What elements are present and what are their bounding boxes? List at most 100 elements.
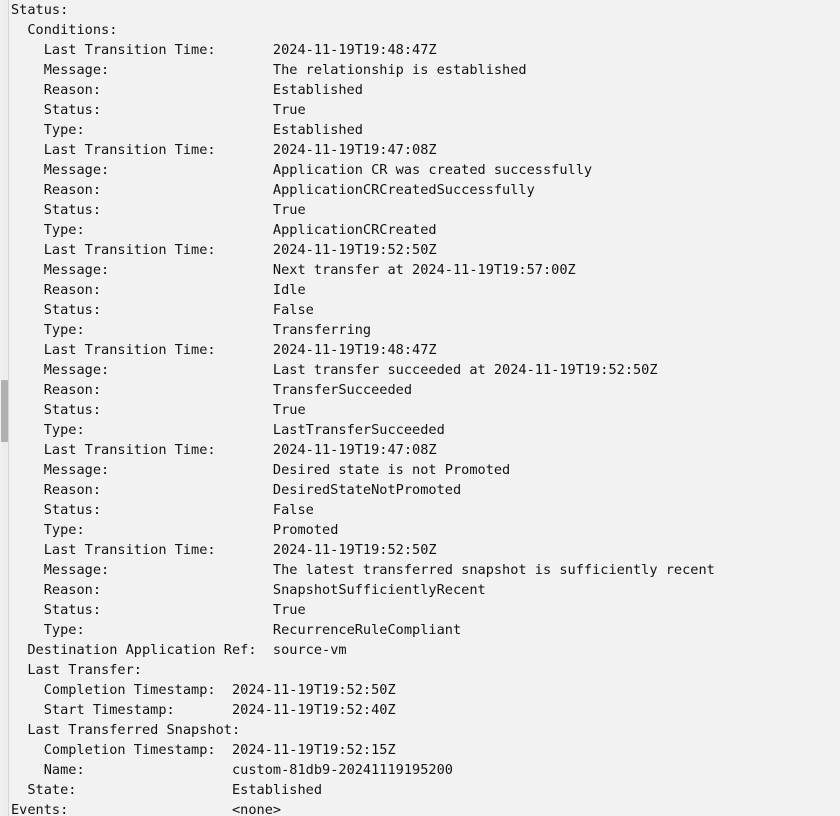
output-line-key: Events: <box>11 802 69 816</box>
output-line-value: Idle <box>101 282 306 298</box>
output-line: Message: Last transfer succeeded at 2024… <box>11 360 840 380</box>
output-line: Destination Application Ref: source-vm <box>11 640 840 660</box>
output-line: Last Transition Time: 2024-11-19T19:47:0… <box>11 140 840 160</box>
output-line: Type: Transferring <box>11 320 840 340</box>
output-line-value: True <box>101 402 306 418</box>
output-line-key: Type: <box>11 622 85 638</box>
output-line-value: LastTransferSucceeded <box>84 422 445 438</box>
output-line: Last Transition Time: 2024-11-19T19:48:4… <box>11 40 840 60</box>
output-line-key: Reason: <box>11 582 102 598</box>
output-line-key: Last Transition Time: <box>11 42 216 58</box>
output-line-key: Message: <box>11 362 110 378</box>
output-line-value: Established <box>101 82 363 98</box>
output-line: Reason: SnapshotSufficientlyRecent <box>11 580 840 600</box>
output-line-key: State: <box>11 782 77 798</box>
output-line-key: Last Transition Time: <box>11 142 216 158</box>
output-line-key: Type: <box>11 222 85 238</box>
output-line-value: False <box>101 502 314 518</box>
output-line: Reason: ApplicationCRCreatedSuccessfully <box>11 180 840 200</box>
output-line: Message: The latest transferred snapshot… <box>11 560 840 580</box>
output-line-key: Last Transfer: <box>11 662 142 678</box>
output-line: State: Established <box>11 780 840 800</box>
output-line: Start Timestamp: 2024-11-19T19:52:40Z <box>11 700 840 720</box>
output-line-value: 2024-11-19T19:47:08Z <box>215 142 437 158</box>
output-line-key: Reason: <box>11 482 102 498</box>
output-line-value: <none> <box>68 802 282 816</box>
output-line-value: Last transfer succeeded at 2024-11-19T19… <box>109 362 658 378</box>
output-line: Reason: Established <box>11 80 840 100</box>
output-line-value: 2024-11-19T19:48:47Z <box>215 42 437 58</box>
output-line-key: Conditions: <box>11 22 118 38</box>
output-line-value: 2024-11-19T19:52:50Z <box>215 682 396 698</box>
output-line: Status: True <box>11 200 840 220</box>
output-line-key: Status: <box>11 402 102 418</box>
output-line: Message: The relationship is established <box>11 60 840 80</box>
output-line-value: True <box>101 202 306 218</box>
output-line-value: The relationship is established <box>109 62 527 78</box>
output-line: Status: True <box>11 100 840 120</box>
output-line: Status: False <box>11 300 840 320</box>
output-line: Completion Timestamp: 2024-11-19T19:52:5… <box>11 680 840 700</box>
output-line: Type: Established <box>11 120 840 140</box>
output-line: Status: True <box>11 400 840 420</box>
output-line-value: The latest transferred snapshot is suffi… <box>109 562 715 578</box>
output-line-key: Message: <box>11 562 110 578</box>
output-line: Message: Application CR was created succ… <box>11 160 840 180</box>
output-line-value: RecurrenceRuleCompliant <box>84 622 462 638</box>
output-line-key: Destination Application Ref: <box>11 642 257 658</box>
output-line-key: Reason: <box>11 282 102 298</box>
output-line-key: Message: <box>11 162 110 178</box>
output-line-key: Completion Timestamp: <box>11 682 216 698</box>
output-line: Message: Next transfer at 2024-11-19T19:… <box>11 260 840 280</box>
output-line-value: 2024-11-19T19:52:15Z <box>215 742 396 758</box>
output-line-value: source-vm <box>256 642 347 658</box>
console-output-pane[interactable]: Status: Conditions: Last Transition Time… <box>0 0 840 816</box>
output-line-value: TransferSucceeded <box>101 382 413 398</box>
output-line: Type: RecurrenceRuleCompliant <box>11 620 840 640</box>
output-line-value: DesiredStateNotPromoted <box>101 482 462 498</box>
status-output-text[interactable]: Status: Conditions: Last Transition Time… <box>0 0 840 816</box>
output-line-value: False <box>101 302 314 318</box>
output-line-value: 2024-11-19T19:52:50Z <box>215 542 437 558</box>
output-line-value: ApplicationCRCreated <box>84 222 437 238</box>
output-line-key: Type: <box>11 522 85 538</box>
output-line-value: Application CR was created successfully <box>109 162 593 178</box>
output-line-value: Next transfer at 2024-11-19T19:57:00Z <box>109 262 576 278</box>
output-line-key: Status: <box>11 2 69 18</box>
output-line-value: Established <box>76 782 323 798</box>
output-line: Type: ApplicationCRCreated <box>11 220 840 240</box>
output-line-value: 2024-11-19T19:52:50Z <box>215 242 437 258</box>
output-line-value: 2024-11-19T19:52:40Z <box>174 702 396 718</box>
output-line-key: Message: <box>11 262 110 278</box>
output-line: Reason: TransferSucceeded <box>11 380 840 400</box>
output-line-value: Promoted <box>84 522 339 538</box>
output-line-value: 2024-11-19T19:48:47Z <box>215 342 437 358</box>
output-line-key: Type: <box>11 122 85 138</box>
output-line-key: Reason: <box>11 182 102 198</box>
output-line-key: Type: <box>11 422 85 438</box>
output-line: Last Transfer: <box>11 660 840 680</box>
output-line: Message: Desired state is not Promoted <box>11 460 840 480</box>
output-line: Status: False <box>11 500 840 520</box>
output-line: Events: <none> <box>11 800 840 816</box>
output-line-key: Message: <box>11 462 110 478</box>
output-line-value: SnapshotSufficientlyRecent <box>101 582 486 598</box>
output-line-key: Status: <box>11 602 102 618</box>
output-line: Last Transition Time: 2024-11-19T19:48:4… <box>11 340 840 360</box>
output-line-value: 2024-11-19T19:47:08Z <box>215 442 437 458</box>
scrollbar-thumb[interactable] <box>1 380 8 442</box>
output-line: Reason: DesiredStateNotPromoted <box>11 480 840 500</box>
vertical-scrollbar[interactable] <box>0 0 9 816</box>
output-line-key: Last Transition Time: <box>11 242 216 258</box>
output-line: Last Transition Time: 2024-11-19T19:52:5… <box>11 240 840 260</box>
output-line-key: Type: <box>11 322 85 338</box>
output-line-key: Last Transition Time: <box>11 342 216 358</box>
output-line-key: Status: <box>11 302 102 318</box>
output-line: Last Transition Time: 2024-11-19T19:47:0… <box>11 440 840 460</box>
output-line-key: Status: <box>11 502 102 518</box>
output-line: Last Transition Time: 2024-11-19T19:52:5… <box>11 540 840 560</box>
output-line: Completion Timestamp: 2024-11-19T19:52:1… <box>11 740 840 760</box>
output-line-key: Name: <box>11 762 85 778</box>
output-line: Reason: Idle <box>11 280 840 300</box>
output-line-key: Status: <box>11 102 102 118</box>
